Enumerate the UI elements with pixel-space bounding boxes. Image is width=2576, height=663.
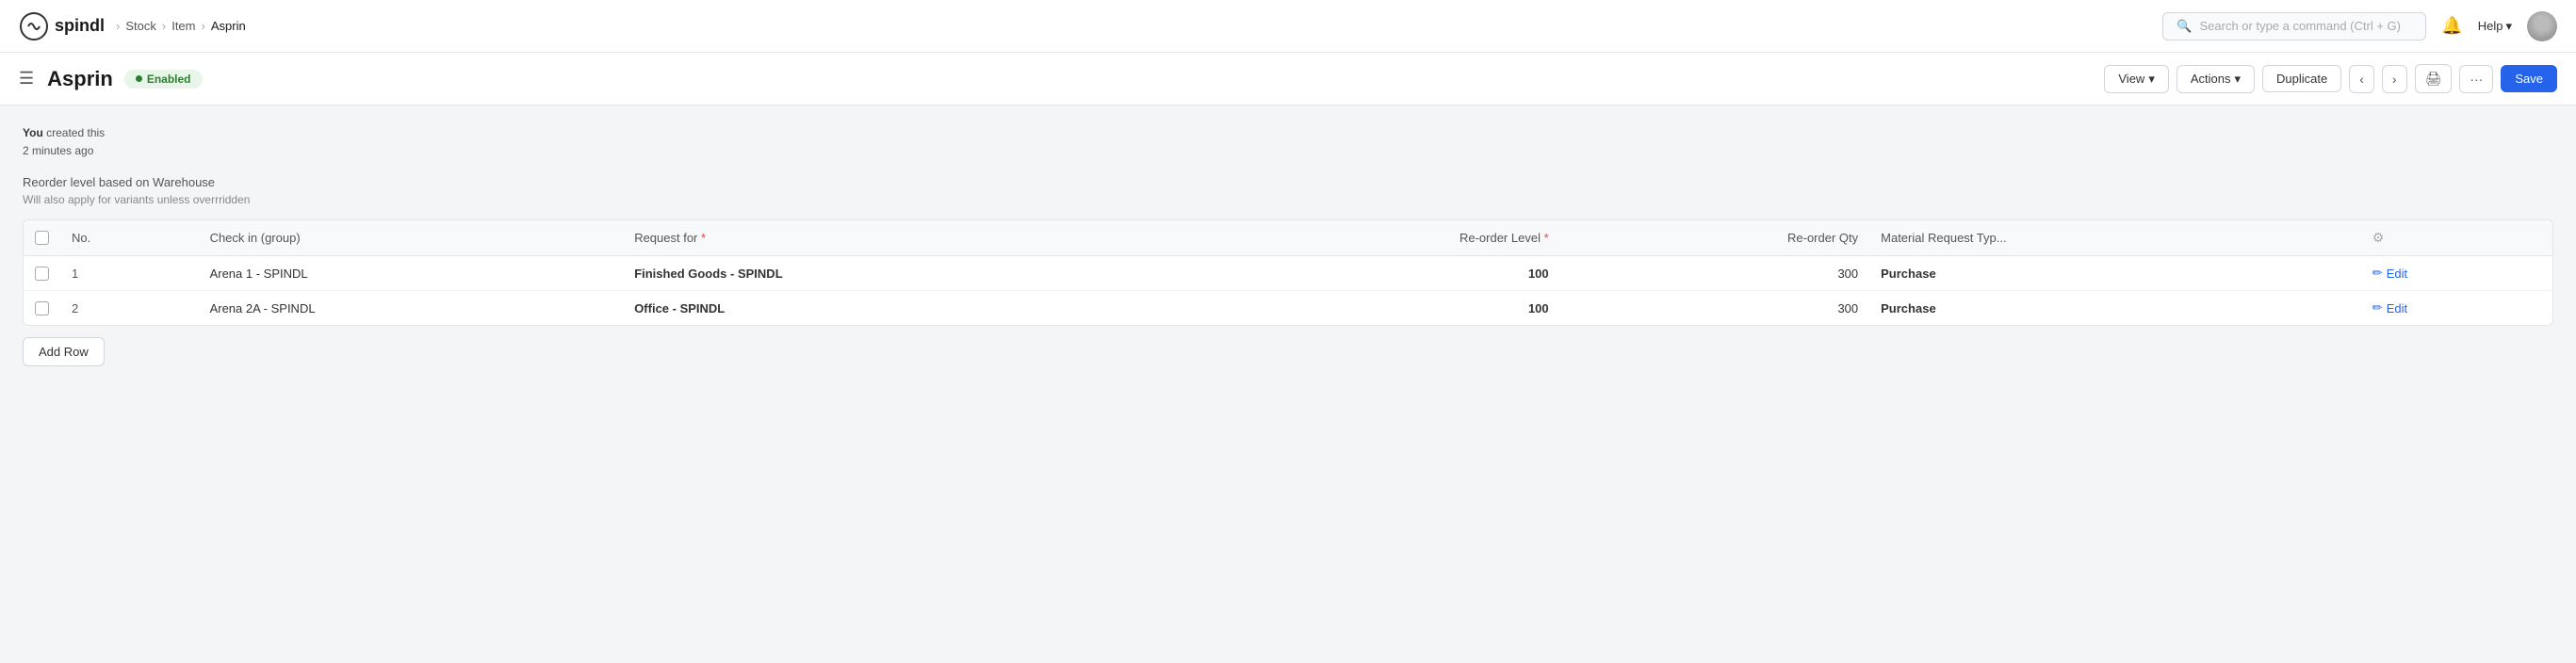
status-dot xyxy=(136,75,142,82)
top-navigation: spindl › Stock › Item › Asprin 🔍 Search … xyxy=(0,0,2576,53)
row-checkbox-cell xyxy=(24,291,60,326)
duplicate-button[interactable]: Duplicate xyxy=(2262,65,2341,92)
search-icon: 🔍 xyxy=(2177,19,2192,34)
next-button[interactable]: › xyxy=(2382,65,2407,93)
search-placeholder: Search or type a command (Ctrl + G) xyxy=(2199,19,2401,33)
breadcrumb: › Stock › Item › Asprin xyxy=(116,19,246,33)
edit-row-button-1[interactable]: ✏ Edit xyxy=(2372,300,2407,315)
table-row: 2 Arena 2A - SPINDL Office - SPINDL 100 … xyxy=(24,291,2552,326)
row-reorder-qty: 300 xyxy=(1560,291,1870,326)
subheader: ☰ Asprin Enabled View ▾ Actions ▾ Duplic… xyxy=(0,53,2576,105)
row-checkbox-cell xyxy=(24,256,60,291)
row-request-for: Finished Goods - SPINDL xyxy=(623,256,1189,291)
logo-icon xyxy=(19,11,49,41)
row-reorder-qty: 300 xyxy=(1560,256,1870,291)
row-checkin: Arena 2A - SPINDL xyxy=(199,291,624,326)
row-request-for: Office - SPINDL xyxy=(623,291,1189,326)
add-row-button[interactable]: Add Row xyxy=(23,337,105,366)
save-button[interactable]: Save xyxy=(2501,65,2557,92)
header-material-request-type: Material Request Typ... xyxy=(1869,220,2361,256)
user-avatar[interactable] xyxy=(2527,11,2557,41)
row-edit-cell: ✏ Edit xyxy=(2361,291,2552,326)
breadcrumb-stock[interactable]: Stock xyxy=(125,19,156,33)
header-request-for: Request for * xyxy=(623,220,1189,256)
table-row: 1 Arena 1 - SPINDL Finished Goods - SPIN… xyxy=(24,256,2552,291)
activity-actor: You xyxy=(23,126,43,139)
help-chevron-icon: ▾ xyxy=(2505,19,2512,34)
edit-row-button-0[interactable]: ✏ Edit xyxy=(2372,266,2407,281)
search-box[interactable]: 🔍 Search or type a command (Ctrl + G) xyxy=(2162,12,2426,40)
status-badge: Enabled xyxy=(124,70,203,89)
header-no: No. xyxy=(60,220,199,256)
activity-note: You created this 2 minutes ago xyxy=(23,124,2553,160)
breadcrumb-item[interactable]: Item xyxy=(171,19,195,33)
brand-name: spindl xyxy=(55,16,105,36)
row-checkbox-1[interactable] xyxy=(35,301,49,315)
table-header-row: No. Check in (group) Request for * Re-or… xyxy=(24,220,2552,256)
required-star: * xyxy=(701,231,706,245)
select-all-checkbox[interactable] xyxy=(35,231,49,245)
subheader-actions: View ▾ Actions ▾ Duplicate ‹ › 🖨 ··· Sav… xyxy=(2104,64,2557,93)
more-options-button[interactable]: ··· xyxy=(2459,65,2493,93)
row-no: 2 xyxy=(60,291,199,326)
notification-bell[interactable]: 🔔 xyxy=(2441,16,2462,36)
actions-button[interactable]: Actions ▾ xyxy=(2177,65,2255,93)
header-checkbox-cell xyxy=(24,220,60,256)
edit-pencil-icon: ✏ xyxy=(2372,300,2383,315)
activity-time: 2 minutes ago xyxy=(23,144,93,157)
avatar-image xyxy=(2527,11,2557,41)
row-material-request-type: Purchase xyxy=(1869,256,2361,291)
row-reorder-level: 100 xyxy=(1189,256,1559,291)
row-checkin: Arena 1 - SPINDL xyxy=(199,256,624,291)
nav-right: 🔍 Search or type a command (Ctrl + G) 🔔 … xyxy=(2162,11,2557,41)
reorder-table: No. Check in (group) Request for * Re-or… xyxy=(23,219,2553,326)
prev-button[interactable]: ‹ xyxy=(2349,65,2374,93)
header-reorder-qty: Re-order Qty xyxy=(1560,220,1870,256)
print-button[interactable]: 🖨 xyxy=(2415,64,2453,93)
row-material-request-type: Purchase xyxy=(1869,291,2361,326)
actions-chevron-icon: ▾ xyxy=(2235,72,2242,87)
view-chevron-icon: ▾ xyxy=(2148,72,2155,87)
logo[interactable]: spindl xyxy=(19,11,105,41)
reorder-table-inner: No. Check in (group) Request for * Re-or… xyxy=(24,220,2552,325)
view-button[interactable]: View ▾ xyxy=(2104,65,2168,93)
header-gear: ⚙ xyxy=(2361,220,2552,256)
page-title: Asprin xyxy=(47,67,113,91)
required-star2: * xyxy=(1544,231,1549,245)
breadcrumb-current: Asprin xyxy=(211,19,246,33)
activity-action: created this xyxy=(46,126,105,139)
section-subdescription: Will also apply for variants unless over… xyxy=(23,193,2553,206)
hamburger-menu[interactable]: ☰ xyxy=(19,69,34,89)
status-label: Enabled xyxy=(147,73,191,86)
edit-pencil-icon: ✏ xyxy=(2372,266,2383,281)
header-reorder-level: Re-order Level * xyxy=(1189,220,1559,256)
help-button[interactable]: Help ▾ xyxy=(2478,19,2512,34)
row-checkbox-0[interactable] xyxy=(35,267,49,281)
main-content: You created this 2 minutes ago Reorder l… xyxy=(0,105,2576,385)
table-settings-icon[interactable]: ⚙ xyxy=(2372,230,2385,245)
row-reorder-level: 100 xyxy=(1189,291,1559,326)
help-label: Help xyxy=(2478,19,2503,33)
header-checkin: Check in (group) xyxy=(199,220,624,256)
row-edit-cell: ✏ Edit xyxy=(2361,256,2552,291)
table-body: 1 Arena 1 - SPINDL Finished Goods - SPIN… xyxy=(24,256,2552,326)
row-no: 1 xyxy=(60,256,199,291)
section-description: Reorder level based on Warehouse xyxy=(23,175,2553,189)
